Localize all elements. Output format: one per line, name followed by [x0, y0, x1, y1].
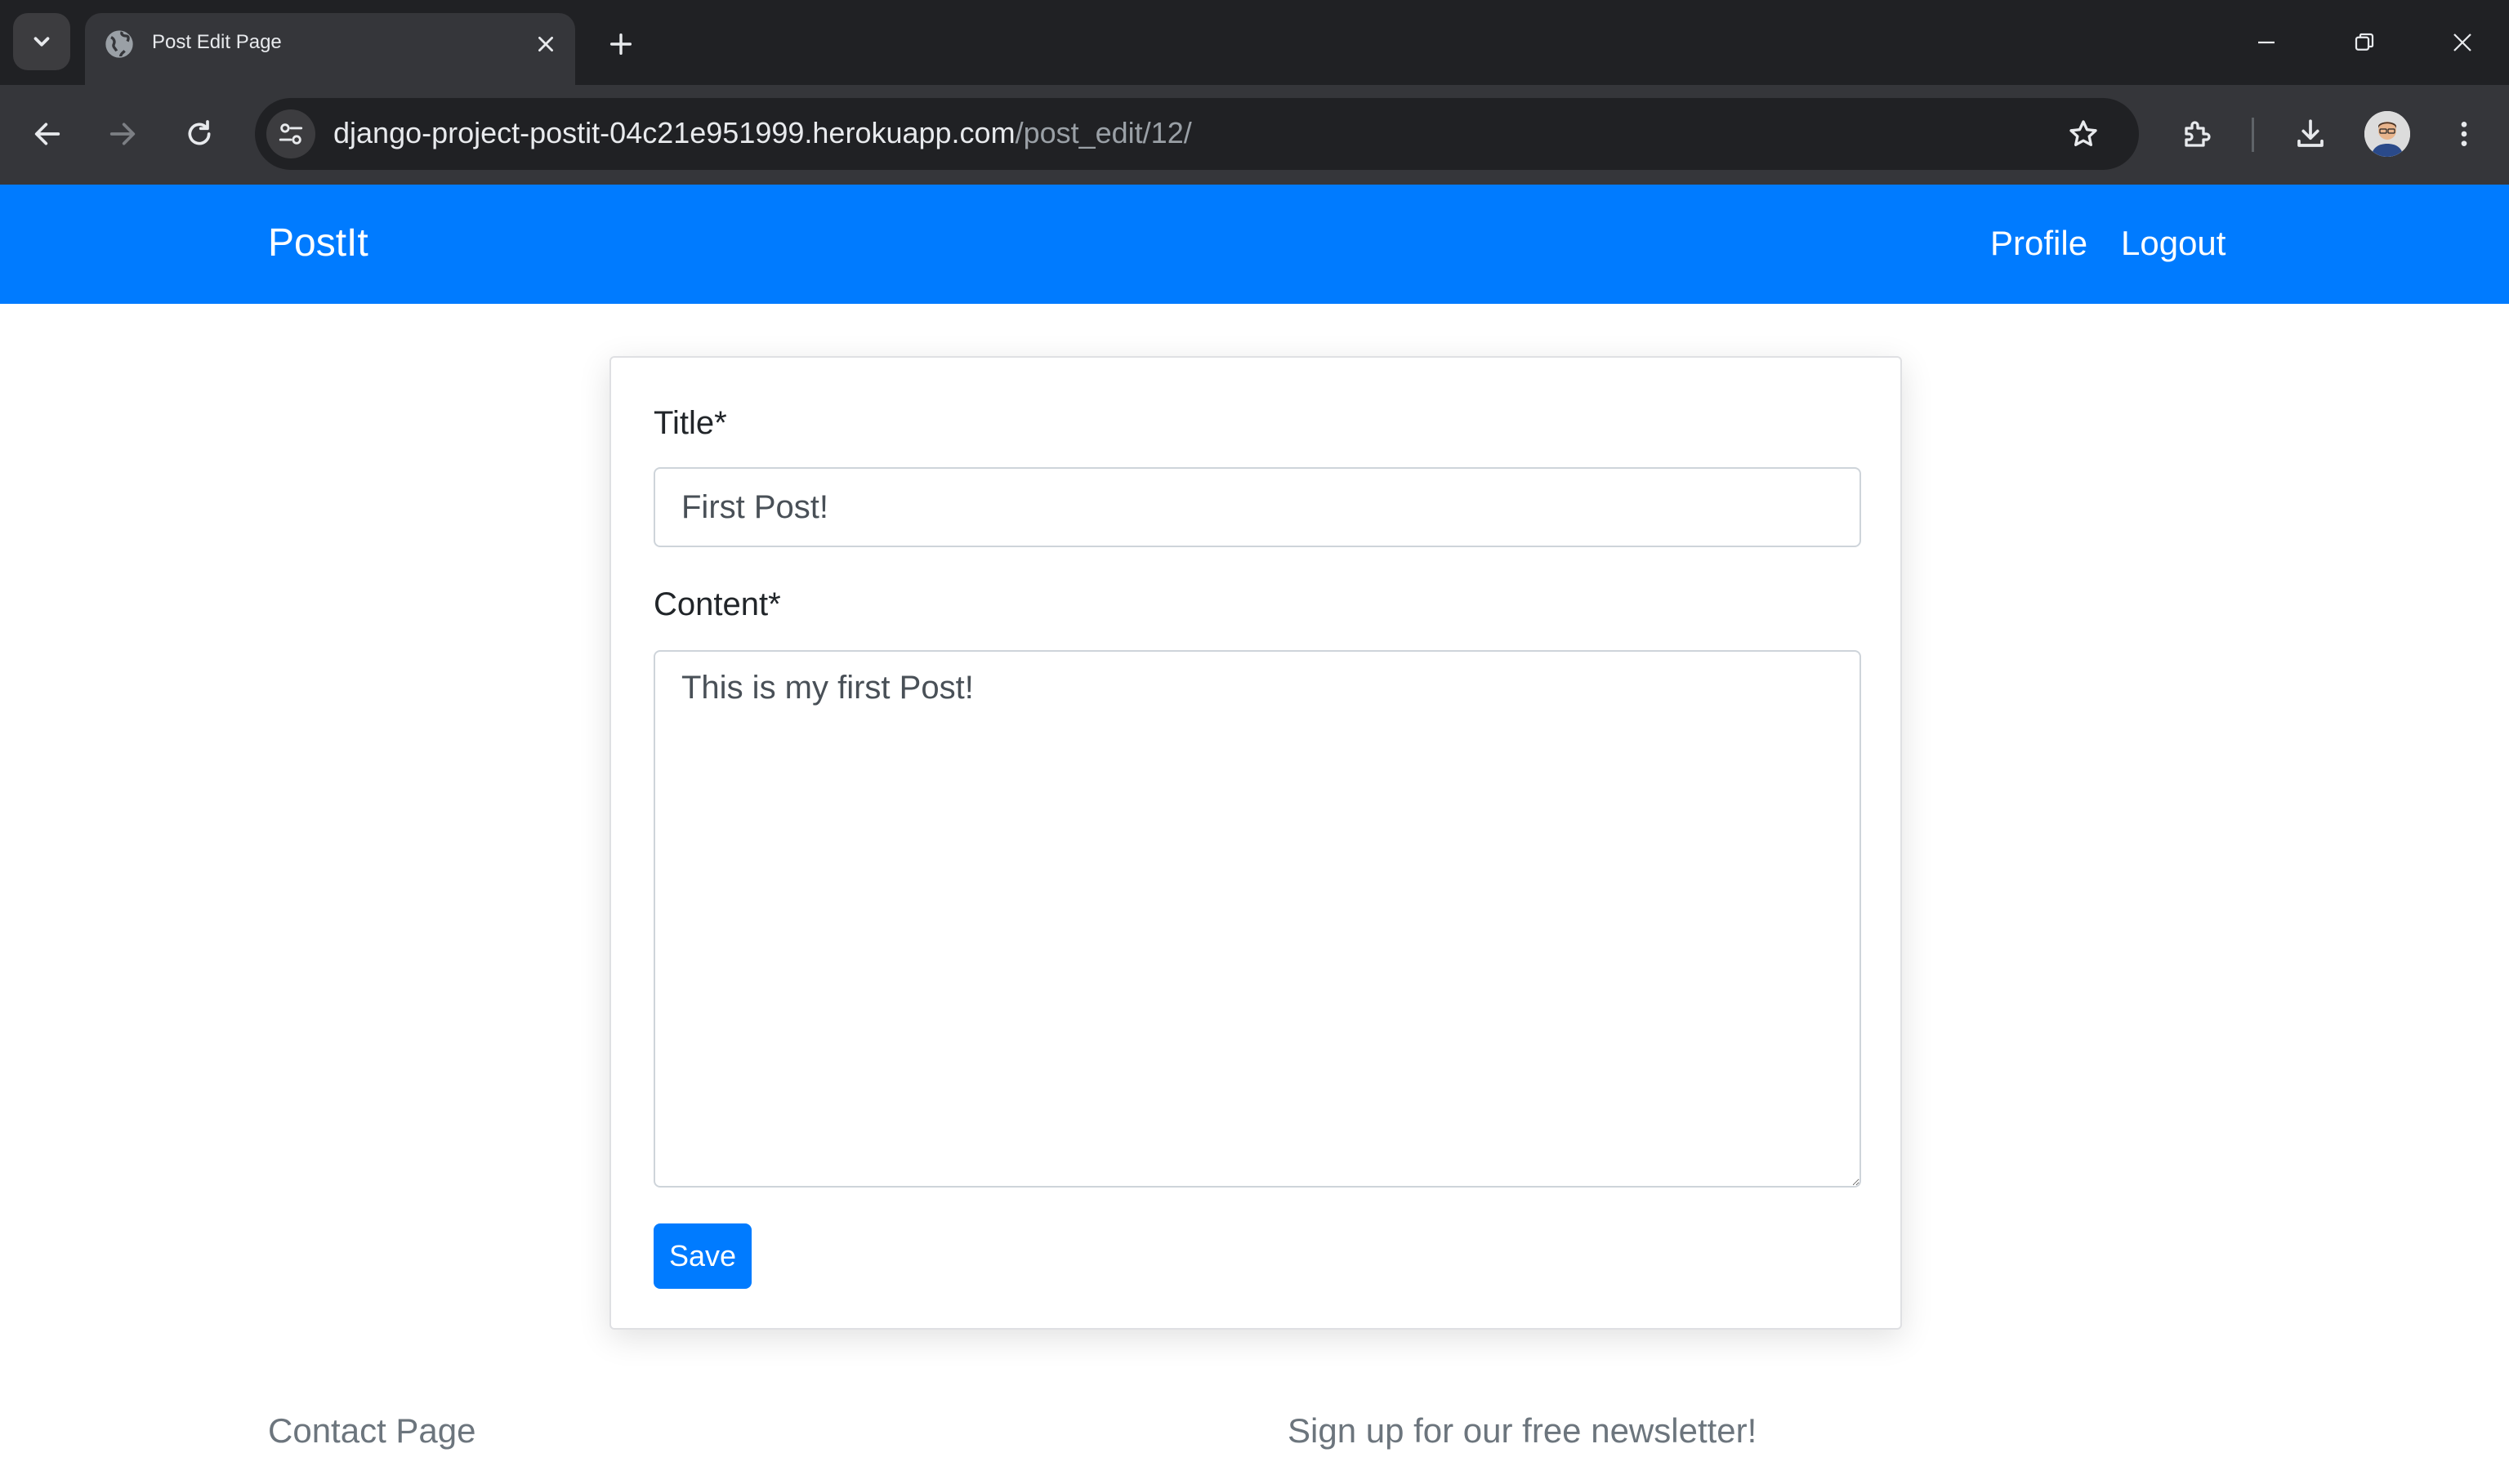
close-icon [538, 37, 553, 51]
restore-icon [2355, 33, 2374, 51]
brand-link[interactable]: PostIt [268, 221, 368, 265]
post-edit-card: Title* Content* This is my first Post! S… [609, 356, 1902, 1330]
nav-link-profile[interactable]: Profile [1990, 224, 2087, 263]
footer-newsletter-text: Sign up for our free newsletter! [1288, 1411, 1757, 1450]
site-info-button[interactable] [266, 109, 315, 158]
new-tab-button[interactable] [601, 25, 641, 64]
reload-button[interactable] [175, 109, 224, 158]
puzzle-icon [2185, 121, 2211, 147]
tune-icon [279, 123, 303, 145]
minimize-icon [2258, 41, 2275, 44]
arrow-right-icon [109, 123, 136, 145]
browser-menu-button[interactable] [2440, 109, 2489, 158]
browser-toolbar: django-project-postit-04c21e951999.herok… [0, 85, 2509, 185]
title-input[interactable] [654, 467, 1861, 547]
extensions-button[interactable] [2173, 109, 2222, 158]
tab-search-button[interactable] [13, 13, 70, 70]
avatar-icon [2364, 111, 2410, 157]
tab-close-button[interactable] [529, 28, 562, 60]
site-navbar: PostIt Profile Logout [0, 185, 2509, 304]
title-label: Title* [654, 405, 727, 441]
star-icon [2069, 120, 2097, 146]
arrow-left-icon [34, 123, 60, 145]
footer-contact-link[interactable]: Contact Page [268, 1411, 476, 1451]
downloads-button[interactable] [2286, 109, 2335, 158]
close-icon [2453, 33, 2471, 51]
browser-tab-active[interactable]: Post Edit Page [85, 13, 575, 85]
address-bar[interactable]: django-project-postit-04c21e951999.herok… [255, 98, 2139, 170]
url-text: django-project-postit-04c21e951999.herok… [333, 116, 1192, 150]
browser-tab-strip: Post Edit Page [0, 0, 2509, 85]
restore-button[interactable] [2340, 18, 2389, 67]
url-host: django-project-postit-04c21e951999.herok… [333, 116, 1016, 149]
close-window-button[interactable] [2438, 18, 2487, 67]
forward-button[interactable] [98, 109, 147, 158]
content-label: Content* [654, 586, 781, 622]
download-icon [2297, 119, 2324, 147]
tab-title: Post Edit Page [152, 31, 282, 53]
globe-icon [105, 30, 133, 58]
reload-icon [188, 120, 211, 145]
url-path: /post_edit/12/ [1015, 116, 1192, 149]
minimize-button[interactable] [2242, 18, 2291, 67]
profile-avatar[interactable] [2364, 111, 2410, 157]
bookmark-button[interactable] [2059, 109, 2108, 158]
chevron-down-icon [33, 37, 50, 47]
nav-link-logout[interactable]: Logout [2121, 224, 2226, 263]
kebab-menu-icon [2461, 122, 2467, 146]
content-textarea[interactable]: This is my first Post! [654, 650, 1861, 1188]
plus-icon [609, 33, 632, 56]
save-button[interactable]: Save [654, 1223, 752, 1289]
back-button[interactable] [23, 109, 72, 158]
toolbar-separator [2252, 118, 2254, 152]
